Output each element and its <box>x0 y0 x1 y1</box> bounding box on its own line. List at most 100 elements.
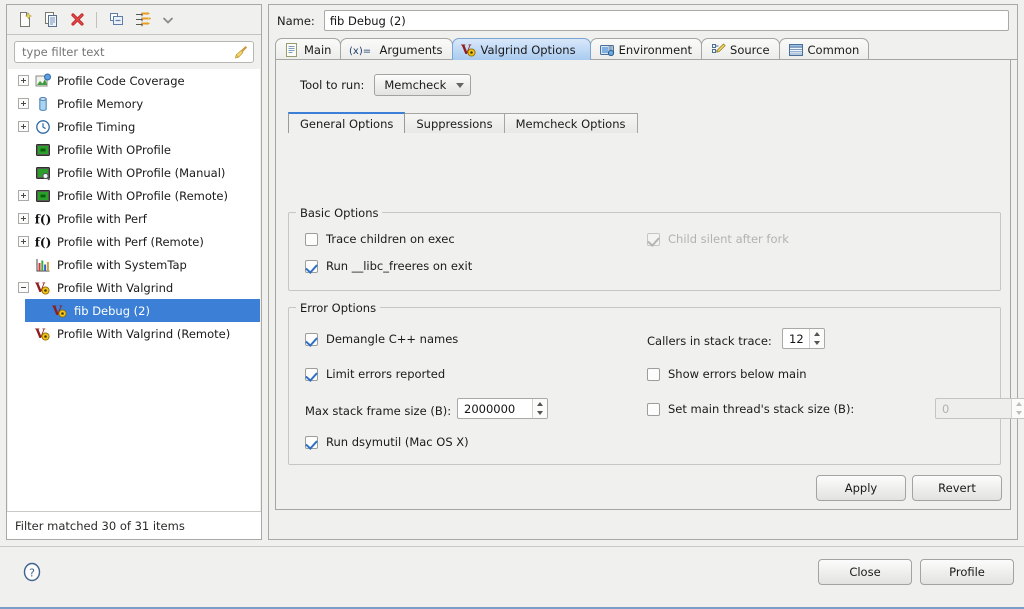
valgrind-sub-tabs[interactable]: General Options Suppressions Memcheck Opti… <box>288 112 1010 133</box>
tree-item-profile-with-oprofile[interactable]: Profile With OProfile <box>8 138 260 161</box>
tab-common[interactable]: Common <box>778 38 870 60</box>
new-launch-configuration-button[interactable] <box>13 8 37 32</box>
spinner-arrows <box>1011 399 1024 418</box>
tree-item-profile-code-coverage[interactable]: Profile Code Coverage <box>8 69 260 92</box>
tab-main[interactable]: Main <box>275 38 342 60</box>
spinner-up-icon <box>1012 399 1024 409</box>
limit-errors-reported-checkbox[interactable]: Limit errors reported <box>305 367 445 381</box>
callers-in-stack-trace-spinner[interactable] <box>782 328 825 349</box>
delete-launch-configuration-button[interactable] <box>65 8 89 32</box>
configuration-name-input[interactable] <box>323 10 1009 31</box>
expand-icon[interactable] <box>18 121 29 132</box>
help-question-icon[interactable]: ? <box>22 562 42 585</box>
tree-item-fib-debug-2[interactable]: Vfib Debug (2) <box>25 299 260 322</box>
expand-icon[interactable] <box>18 190 29 201</box>
filter-launch-configurations-button[interactable] <box>130 8 154 32</box>
expand-icon[interactable] <box>18 213 29 224</box>
checkbox-box <box>647 232 660 246</box>
checkbox-box <box>305 232 318 246</box>
apply-button[interactable]: Apply <box>816 475 906 501</box>
tab-arguments[interactable]: (x)= Arguments <box>340 38 453 60</box>
subtab-memcheck-options[interactable]: Memcheck Options <box>503 113 638 133</box>
expand-icon[interactable] <box>18 236 29 247</box>
callers-in-stack-trace-input[interactable] <box>783 329 809 348</box>
demangle-cpp-names-label: Demangle C++ names <box>326 332 459 346</box>
arguments-variable-icon: (x)= <box>349 43 375 57</box>
tree-item-label: Profile With OProfile <box>57 142 171 157</box>
svg-text:f(): f() <box>35 235 51 249</box>
tree-item-profile-with-valgrind-remote[interactable]: V Profile With Valgrind (Remote) <box>8 322 260 345</box>
checkbox-box <box>305 332 318 346</box>
environment-icon <box>599 42 615 58</box>
launch-configurations-panel: Profile Code Coverage Profile Memory Profi… <box>6 4 262 540</box>
configuration-name-row: Name: <box>269 5 1017 31</box>
collapse-all-button[interactable] <box>104 8 128 32</box>
tree-item-profile-with-systemtap[interactable]: Profile with SystemTap <box>8 253 260 276</box>
tree-item-profile-with-oprofile-manual[interactable]: Profile With OProfile (Manual) <box>8 161 260 184</box>
duplicate-launch-configuration-button[interactable] <box>39 8 63 32</box>
tree-item-label: Profile with SystemTap <box>57 257 187 272</box>
close-button[interactable]: Close <box>818 559 912 585</box>
oprofile-manual-icon <box>35 165 51 181</box>
tab-source[interactable]: Source <box>701 38 780 60</box>
checkbox-box <box>647 402 660 416</box>
demangle-cpp-names-checkbox[interactable]: Demangle C++ names <box>305 332 458 346</box>
max-stack-frame-size-spinner[interactable] <box>457 398 548 419</box>
set-main-thread-stack-size-checkbox[interactable]: Set main thread's stack size (B): <box>647 402 854 416</box>
tab-valgrind-options[interactable]: V Valgrind Options <box>451 38 591 60</box>
filter-box[interactable] <box>14 41 254 63</box>
run-libc-freeres-label: Run __libc_freeres on exit <box>326 259 473 273</box>
svg-text:f(): f() <box>35 212 51 226</box>
run-dsymutil-checkbox[interactable]: Run dsymutil (Mac OS X) <box>305 435 469 449</box>
tool-to-run-combo[interactable]: Memcheck <box>374 74 472 96</box>
subtab-label: General Options <box>300 116 394 131</box>
source-icon <box>710 42 726 58</box>
checkbox-box <box>305 435 318 449</box>
spinner-up-icon[interactable] <box>533 399 547 409</box>
spinner-arrows[interactable] <box>809 329 824 348</box>
tab-environment[interactable]: Environment <box>589 38 703 60</box>
tab-label: Valgrind Options <box>480 42 576 57</box>
tree-item-profile-with-oprofile-remote[interactable]: Profile With OProfile (Remote) <box>8 184 260 207</box>
tree-item-profile-timing[interactable]: Profile Timing <box>8 115 260 138</box>
main-thread-stack-size-input <box>936 399 1011 418</box>
configuration-editor-panel: Name: Main (x)= Arguments VValgrind Options… <box>268 4 1024 540</box>
show-errors-below-main-checkbox[interactable]: Show errors below main <box>647 367 807 381</box>
revert-button[interactable]: Revert <box>912 475 1002 501</box>
tree-item-profile-memory[interactable]: Profile Memory <box>8 92 260 115</box>
expand-icon[interactable] <box>18 75 29 86</box>
tree-item-label: Profile Memory <box>57 96 144 111</box>
spinner-arrows[interactable] <box>532 399 547 418</box>
run-libc-freeres-checkbox[interactable]: Run __libc_freeres on exit <box>305 259 472 273</box>
spinner-up-icon[interactable] <box>810 329 824 339</box>
subtab-general-options[interactable]: General Options <box>288 112 406 133</box>
view-menu-button[interactable] <box>156 8 180 32</box>
configuration-tabs[interactable]: Main (x)= Arguments V Valgrind Options Enviro… <box>275 37 1017 60</box>
limit-errors-reported-label: Limit errors reported <box>326 367 446 381</box>
spinner-down-icon[interactable] <box>533 409 547 419</box>
trace-children-on-exec-checkbox[interactable]: Trace children on exec <box>305 232 455 246</box>
main-thread-stack-size-spinner <box>935 398 1024 419</box>
dialog-button-bar: ? Close Profile <box>0 546 1024 609</box>
code-coverage-icon <box>35 73 51 89</box>
svg-text:?: ? <box>29 567 35 580</box>
tree-item-profile-with-perf-remote[interactable]: f() Profile with Perf (Remote) <box>8 230 260 253</box>
expand-icon[interactable] <box>18 98 29 109</box>
common-table-icon <box>788 42 804 58</box>
spinner-down-icon[interactable] <box>810 339 824 349</box>
subtab-label: Suppressions <box>416 116 493 131</box>
broom-icon[interactable] <box>233 44 249 63</box>
tree-item-profile-with-valgrind[interactable]: V Profile With Valgrind <box>8 276 260 299</box>
profile-button[interactable]: Profile <box>920 559 1014 585</box>
subtab-suppressions[interactable]: Suppressions <box>404 113 505 133</box>
collapse-icon[interactable] <box>18 282 29 293</box>
child-silent-after-fork-checkbox: Child silent after fork <box>647 232 789 246</box>
tab-label: Common <box>807 42 860 57</box>
basic-options-title: Basic Options <box>296 206 383 220</box>
filter-input[interactable] <box>15 42 253 62</box>
toolbar-separator <box>96 11 97 28</box>
max-stack-frame-size-input[interactable] <box>458 399 532 418</box>
launch-config-toolbar <box>7 5 261 35</box>
tree-item-profile-with-perf[interactable]: f() Profile with Perf <box>8 207 260 230</box>
launch-configurations-tree[interactable]: Profile Code Coverage Profile Memory Profi… <box>8 69 260 511</box>
